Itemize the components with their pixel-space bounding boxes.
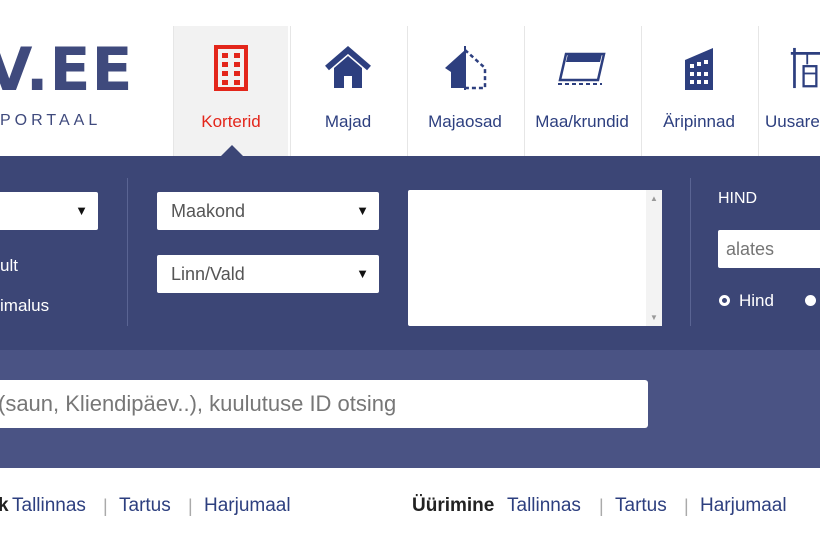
divider <box>127 178 128 326</box>
listbox-scrollbar[interactable]: ▲ ▼ <box>646 190 662 326</box>
tab-label: Äripinnad <box>663 112 735 131</box>
active-tab-caret <box>221 145 243 156</box>
link-separator: | <box>599 496 604 516</box>
price-from-input[interactable] <box>718 230 820 268</box>
office-building-icon <box>642 44 756 92</box>
select-value: Maakond <box>171 201 246 221</box>
link-separator: | <box>188 496 193 516</box>
rent-link-tartus[interactable]: Tartus <box>615 495 667 517</box>
sale-link-tallinnas[interactable]: Tallinnas <box>12 495 86 517</box>
price-heading: HIND <box>718 190 758 207</box>
county-select[interactable]: Maakond ▼ <box>157 192 379 230</box>
price-per-m2-radio[interactable] <box>805 295 816 306</box>
tab-aripinnad[interactable]: Äripinnad <box>641 26 756 156</box>
apartment-building-icon <box>174 44 288 92</box>
filter-option-label[interactable]: imalus <box>0 296 49 316</box>
rent-link-harjumaal[interactable]: Harjumaal <box>700 495 787 517</box>
house-icon <box>291 44 405 92</box>
link-separator: | <box>103 496 108 516</box>
quick-links: k Tallinnas | Tartus | Harjumaal Üürimin… <box>0 492 820 522</box>
tab-uusarendused[interactable]: Uusare <box>758 26 820 156</box>
filter-panel: ▼ ult imalus Maakond ▼ Linn/Vald ▼ ▲ ▼ H… <box>0 156 820 350</box>
chevron-down-icon: ▼ <box>356 203 369 218</box>
crane-construction-icon <box>759 44 820 92</box>
rent-link-tallinnas[interactable]: Tallinnas <box>507 495 581 517</box>
tab-korterid[interactable]: Korterid <box>173 26 288 156</box>
search-band: (saun, Kliendipäev..), kuulutuse ID otsi… <box>0 350 820 468</box>
tab-label: Uusare <box>765 112 820 131</box>
land-plot-icon <box>525 44 639 92</box>
tab-label: Maa/krundid <box>535 112 629 131</box>
site-logo-subtitle: PORTAAL <box>0 112 102 129</box>
scroll-up-icon[interactable]: ▲ <box>646 194 662 203</box>
select-value: Linn/Vald <box>171 264 245 284</box>
link-separator: | <box>684 496 689 516</box>
filter-option-label[interactable]: ult <box>0 256 18 276</box>
half-house-icon <box>408 44 522 92</box>
search-placeholder: (saun, Kliendipäev..), kuulutuse ID otsi… <box>0 391 397 416</box>
tab-label: Majaosad <box>428 112 502 131</box>
tab-label: Majad <box>324 112 372 131</box>
district-listbox[interactable]: ▲ ▼ <box>408 190 662 326</box>
rent-heading: Üürimine <box>412 495 495 516</box>
sale-link-harjumaal[interactable]: Harjumaal <box>204 495 291 517</box>
keyword-search-input[interactable]: (saun, Kliendipäev..), kuulutuse ID otsi… <box>0 380 648 428</box>
site-header: V.EE PORTAAL Korterid Majad Majaosad Maa… <box>0 0 820 156</box>
tab-maa-krundid[interactable]: Maa/krundid <box>524 26 639 156</box>
scroll-down-icon[interactable]: ▼ <box>646 313 662 322</box>
tab-label: Korterid <box>201 112 261 131</box>
tab-majad[interactable]: Majad <box>290 26 405 156</box>
sale-link-tartus[interactable]: Tartus <box>119 495 171 517</box>
property-type-select[interactable]: ▼ <box>0 192 98 230</box>
price-radio-label[interactable]: Hind <box>739 291 774 311</box>
site-logo[interactable]: V.EE <box>0 40 133 100</box>
sale-heading: k <box>0 495 9 516</box>
chevron-down-icon: ▼ <box>356 266 369 281</box>
tab-majaosad[interactable]: Majaosad <box>407 26 522 156</box>
divider <box>690 178 691 326</box>
price-radio[interactable] <box>719 295 730 306</box>
chevron-down-icon: ▼ <box>75 203 88 218</box>
city-select[interactable]: Linn/Vald ▼ <box>157 255 379 293</box>
